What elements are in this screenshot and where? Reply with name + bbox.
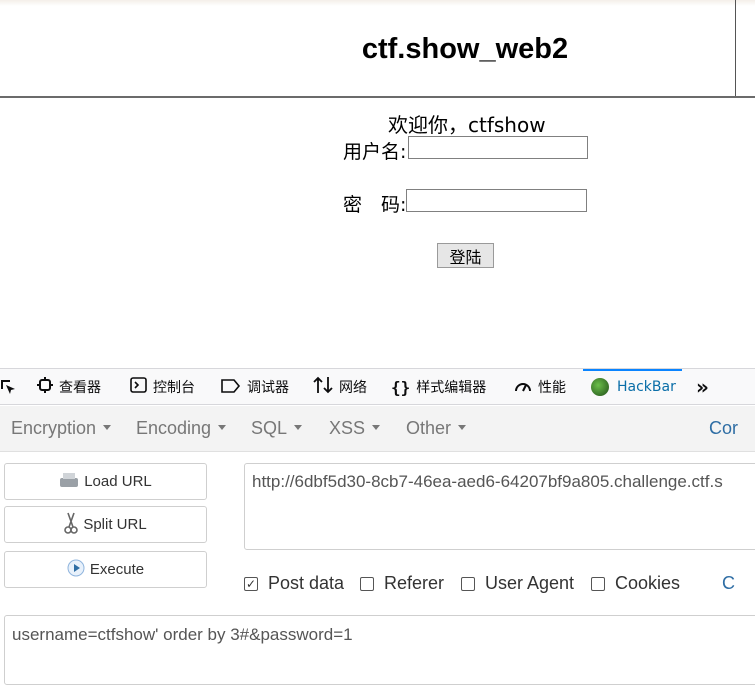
- checkbox-icon: [360, 576, 374, 591]
- tab-label: 网络: [339, 380, 367, 396]
- tab-style-editor[interactable]: {} 样式编辑器: [391, 369, 486, 405]
- scissors-icon: [64, 512, 79, 537]
- tab-network[interactable]: 网络: [313, 369, 367, 405]
- menu-sql[interactable]: SQL: [251, 418, 303, 439]
- password-label: 密 码:: [343, 194, 407, 216]
- contribute-link[interactable]: Cor: [709, 418, 738, 439]
- horizontal-rule: [0, 96, 755, 98]
- tab-debugger[interactable]: 调试器: [221, 369, 289, 405]
- button-label: Execute: [89, 561, 145, 578]
- menu-label: Other: [406, 418, 452, 438]
- console-icon: [130, 377, 147, 397]
- welcome-text: 欢迎你，ctfshow: [388, 113, 546, 137]
- username-label: 用户名:: [343, 141, 407, 163]
- page-top-strip: [0, 0, 755, 6]
- page-title: ctf.show_web2: [361, 33, 569, 65]
- clear-all-link[interactable]: C: [722, 573, 735, 594]
- password-input[interactable]: [406, 189, 587, 212]
- network-icon: [313, 376, 333, 398]
- devtools-toolbar: 查看器 控制台 调试器 网络 {} 样式编辑器 性能 HackBar »: [0, 368, 755, 405]
- tab-console[interactable]: 控制台: [130, 369, 195, 405]
- url-textarea[interactable]: http://6dbf5d30-8cb7-46ea-aed6-64207bf9a…: [244, 463, 755, 550]
- menu-encryption[interactable]: Encryption: [11, 418, 112, 439]
- execute-button[interactable]: Execute: [4, 551, 207, 588]
- checkbox-label: Cookies: [615, 573, 681, 593]
- performance-icon: [514, 377, 532, 397]
- post-data-checkbox[interactable]: ✓ Post data: [244, 573, 344, 594]
- tab-inspector[interactable]: 查看器: [37, 369, 101, 405]
- caret-down-icon: [372, 424, 381, 430]
- tab-label: 样式编辑器: [416, 380, 487, 396]
- referer-checkbox[interactable]: Referer: [360, 573, 444, 594]
- menu-label: Encoding: [136, 418, 212, 438]
- style-editor-icon: {}: [391, 377, 411, 397]
- username-input[interactable]: [408, 136, 588, 159]
- menu-label: SQL: [251, 418, 288, 438]
- hackbar-menubar: Encryption Encoding SQL XSS Other Cor: [0, 406, 755, 452]
- checkbox-label: User Agent: [485, 573, 575, 593]
- menu-label: XSS: [329, 418, 366, 438]
- tab-hackbar[interactable]: HackBar: [583, 369, 682, 405]
- element-picker-icon[interactable]: [0, 369, 16, 405]
- play-icon: [67, 559, 85, 580]
- debugger-icon: [221, 378, 241, 397]
- user-agent-checkbox[interactable]: User Agent: [461, 573, 574, 594]
- menu-xss[interactable]: XSS: [329, 418, 381, 439]
- tab-label: 调试器: [247, 380, 289, 396]
- tab-label: HackBar: [617, 379, 676, 395]
- caret-down-icon: [294, 424, 303, 430]
- load-url-icon: [59, 472, 79, 491]
- inspector-icon: [37, 377, 53, 397]
- checkbox-icon: [591, 576, 605, 591]
- tab-label: 查看器: [59, 380, 101, 396]
- tab-label: 控制台: [153, 380, 195, 396]
- more-tabs-icon[interactable]: »: [696, 369, 709, 405]
- button-label: Split URL: [83, 516, 147, 533]
- menu-encoding[interactable]: Encoding: [136, 418, 227, 439]
- checkbox-checked-icon: ✓: [244, 576, 258, 591]
- checkbox-icon: [461, 576, 475, 591]
- caret-down-icon: [458, 424, 467, 430]
- caret-down-icon: [218, 424, 227, 430]
- caret-down-icon: [103, 424, 112, 430]
- hackbar-icon: [591, 378, 609, 396]
- cookies-checkbox[interactable]: Cookies: [591, 573, 680, 594]
- checkbox-label: Referer: [384, 573, 445, 593]
- menu-other[interactable]: Other: [406, 418, 467, 439]
- checkbox-label: Post data: [268, 573, 345, 593]
- load-url-button[interactable]: Load URL: [4, 463, 207, 500]
- login-button[interactable]: 登陆: [437, 243, 494, 268]
- tab-label: 性能: [538, 380, 566, 396]
- post-data-textarea[interactable]: username=ctfshow' order by 3#&password=1: [4, 615, 755, 685]
- split-url-button[interactable]: Split URL: [4, 506, 207, 543]
- tab-performance[interactable]: 性能: [514, 369, 566, 405]
- menu-label: Encryption: [11, 418, 97, 438]
- button-label: Load URL: [84, 473, 152, 490]
